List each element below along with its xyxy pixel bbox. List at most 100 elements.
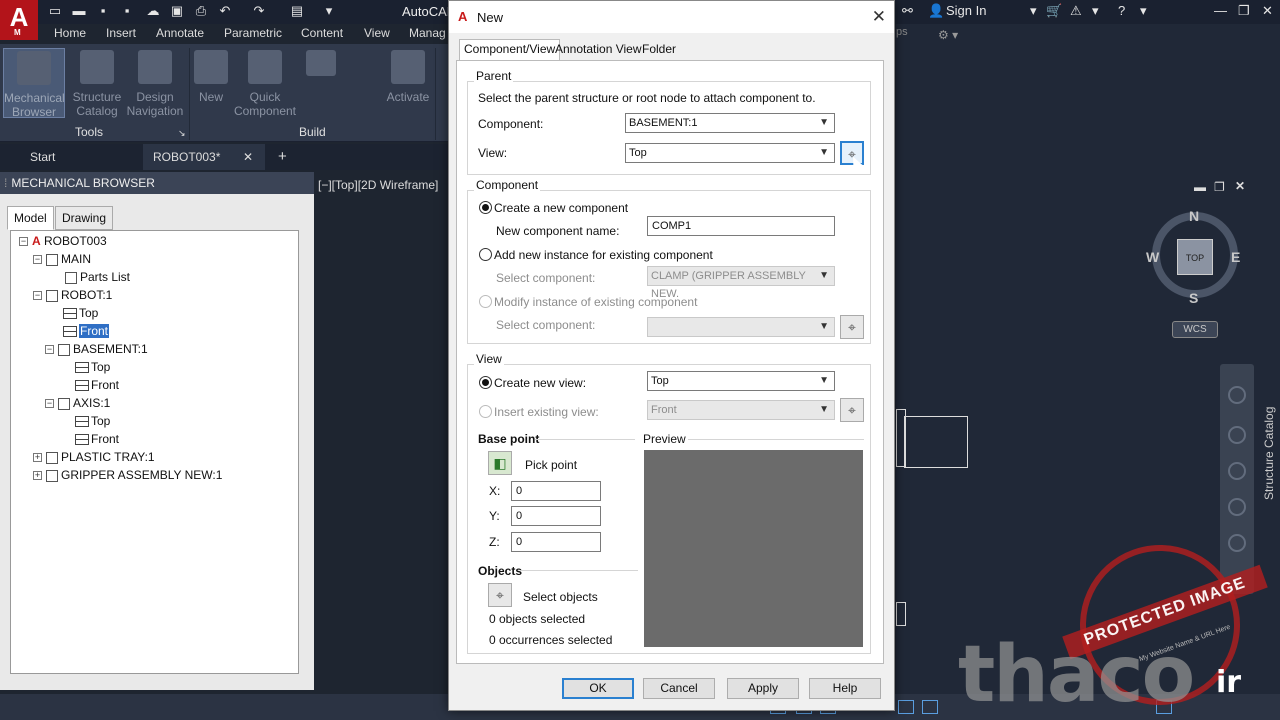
web-icon[interactable]: ▣ [170,4,184,18]
compass-west[interactable]: W [1146,249,1159,265]
sign-in-dropdown-icon[interactable]: ▾ [1030,3,1037,19]
collapse-icon[interactable]: − [45,345,54,355]
tree-node-robot003[interactable]: − A ROBOT003 [19,232,107,250]
exchange-icon[interactable]: ⚠ [1070,3,1082,19]
create-new-component-radio[interactable] [479,201,492,214]
wcs-menu[interactable]: WCS [1172,321,1218,338]
modify-instance-label[interactable]: Modify instance of existing component [494,295,697,309]
pick-point-button[interactable]: ◧ [488,451,512,475]
print-icon[interactable]: ⎙ [194,4,208,18]
tab-home[interactable]: Home [54,26,86,40]
collapse-icon[interactable]: − [33,255,42,265]
status-toggle-icon[interactable] [898,700,914,714]
status-toggle-icon[interactable] [922,700,938,714]
cancel-button[interactable]: Cancel [643,678,715,699]
design-navigation-button[interactable]: Design Navigation [124,48,186,118]
tree-node-view-top[interactable]: Top [75,412,110,430]
collapse-icon[interactable]: − [19,237,28,247]
exchange-dropdown-icon[interactable]: ▾ [1092,3,1099,19]
help-dropdown-icon[interactable]: ▾ [1140,3,1147,19]
tree-node-view-top[interactable]: Top [63,304,98,322]
existing-component-select[interactable]: CLAMP (GRIPPER ASSEMBLY NEW. ▼ [647,266,835,300]
select-objects-label[interactable]: Select objects [523,590,598,604]
create-new-component-label[interactable]: Create a new component [494,201,628,215]
tab-annotate[interactable]: Annotate [156,26,204,40]
tree-node-axis-1[interactable]: − AXIS:1 [45,394,110,412]
zoom-icon[interactable] [1228,462,1246,480]
new-component-name-input[interactable]: COMP1 [647,216,835,236]
tools-panel-launcher-icon[interactable]: ↘ [178,128,186,139]
dialog-title-bar[interactable]: A New ✕ [449,1,894,33]
grip-icon[interactable]: ⁞ [4,176,7,190]
z-input[interactable]: 0 [511,532,601,552]
tree-node-basement-1[interactable]: − BASEMENT:1 [45,340,148,358]
expand-icon[interactable]: + [33,453,42,463]
tab-model[interactable]: Model [7,206,54,230]
user-icon[interactable]: 👤 [928,3,944,19]
undo-icon[interactable]: ↶ [218,4,232,18]
apply-button[interactable]: Apply [727,678,799,699]
structure-catalog-palette-tab[interactable]: Structure Catalog [1262,390,1280,500]
browser-header[interactable]: ⁞ MECHANICAL BROWSER [0,172,314,194]
save-icon[interactable]: ▪ [96,4,110,18]
binoculars-icon[interactable]: ⚯ [902,3,913,19]
create-new-view-label[interactable]: Create new view: [494,376,586,390]
structure-catalog-button[interactable]: Structure Catalog [66,48,128,118]
viewport-restore-icon[interactable]: ❐ [1214,180,1225,194]
pick-point-label[interactable]: Pick point [525,458,577,472]
parent-view-select[interactable]: Top ▼ [625,143,835,163]
minimize-icon[interactable]: — [1214,3,1227,18]
ribbon-extra-icon[interactable]: ⚙ ▾ [938,28,958,42]
tab-component-view[interactable]: Component/View [459,39,561,61]
tab-insert[interactable]: Insert [106,26,136,40]
cloud-icon[interactable]: ☁ [146,4,160,18]
tree-node-main[interactable]: − MAIN [33,250,91,268]
ok-button[interactable]: OK [562,678,634,699]
help-icon[interactable]: ? [1118,3,1125,18]
tree-node-view-top[interactable]: Top [75,358,110,376]
redo-icon[interactable]: ↷ [252,4,266,18]
compass-north[interactable]: N [1189,208,1199,224]
close-app-icon[interactable]: ✕ [1262,3,1273,19]
compass-east[interactable]: E [1231,249,1240,265]
new-component-button[interactable]: New [190,48,232,118]
select-objects-button[interactable]: ⌖ [488,583,512,607]
customize-dropdown-icon[interactable]: ▾ [322,4,336,18]
viewport-close-icon[interactable]: ✕ [1235,179,1245,193]
tree-node-view-front[interactable]: Front [75,376,119,394]
y-input[interactable]: 0 [511,506,601,526]
open-folder-icon[interactable]: ▬ [72,4,86,18]
help-button[interactable]: Help [809,678,881,699]
add-instance-radio[interactable] [479,248,492,261]
add-instance-label[interactable]: Add new instance for existing component [494,248,713,262]
tree-node-parts-list[interactable]: Parts List [65,268,130,286]
sign-in-link[interactable]: Sign In [946,3,986,18]
activate-button[interactable]: Activate [380,48,436,118]
new-view-select[interactable]: Top ▼ [647,371,835,391]
steering-wheel-icon[interactable] [1228,386,1246,404]
cart-icon[interactable]: 🛒 [1046,3,1062,19]
mechanical-browser-button[interactable]: Mechanical Browser [3,48,65,119]
application-menu-button[interactable]: AM [0,0,38,40]
pan-icon[interactable] [1228,426,1246,444]
tab-folder[interactable]: Folder [638,40,680,60]
collapse-icon[interactable]: − [45,399,54,409]
save-as-icon[interactable]: ▪ [120,4,134,18]
tree-node-plastic-tray-1[interactable]: + PLASTIC TRAY:1 [33,448,155,466]
pick-existing-view-button[interactable]: ⌖ [840,398,864,422]
tab-manage[interactable]: Manag [409,26,446,40]
viewport-controls-label[interactable]: [−][Top][2D Wireframe] [318,178,438,192]
new-tab-icon[interactable]: + [268,144,287,170]
tree-node-view-front[interactable]: Front [63,322,110,340]
file-tab-robot003[interactable]: ROBOT003* ✕ [143,144,265,170]
existing-view-select[interactable]: Front ▼ [647,400,835,420]
tab-drawing[interactable]: Drawing [55,206,114,230]
file-tab-start[interactable]: Start [20,144,140,170]
collapse-icon[interactable]: − [33,291,42,301]
workspace-icon[interactable]: ▤ [290,4,304,18]
dialog-close-icon[interactable]: ✕ [872,7,886,27]
modify-component-select[interactable]: ▼ [647,317,835,337]
insert-existing-view-label[interactable]: Insert existing view: [494,405,599,419]
viewcube-top-face[interactable]: TOP [1177,239,1213,275]
showmotion-icon[interactable] [1228,534,1246,552]
